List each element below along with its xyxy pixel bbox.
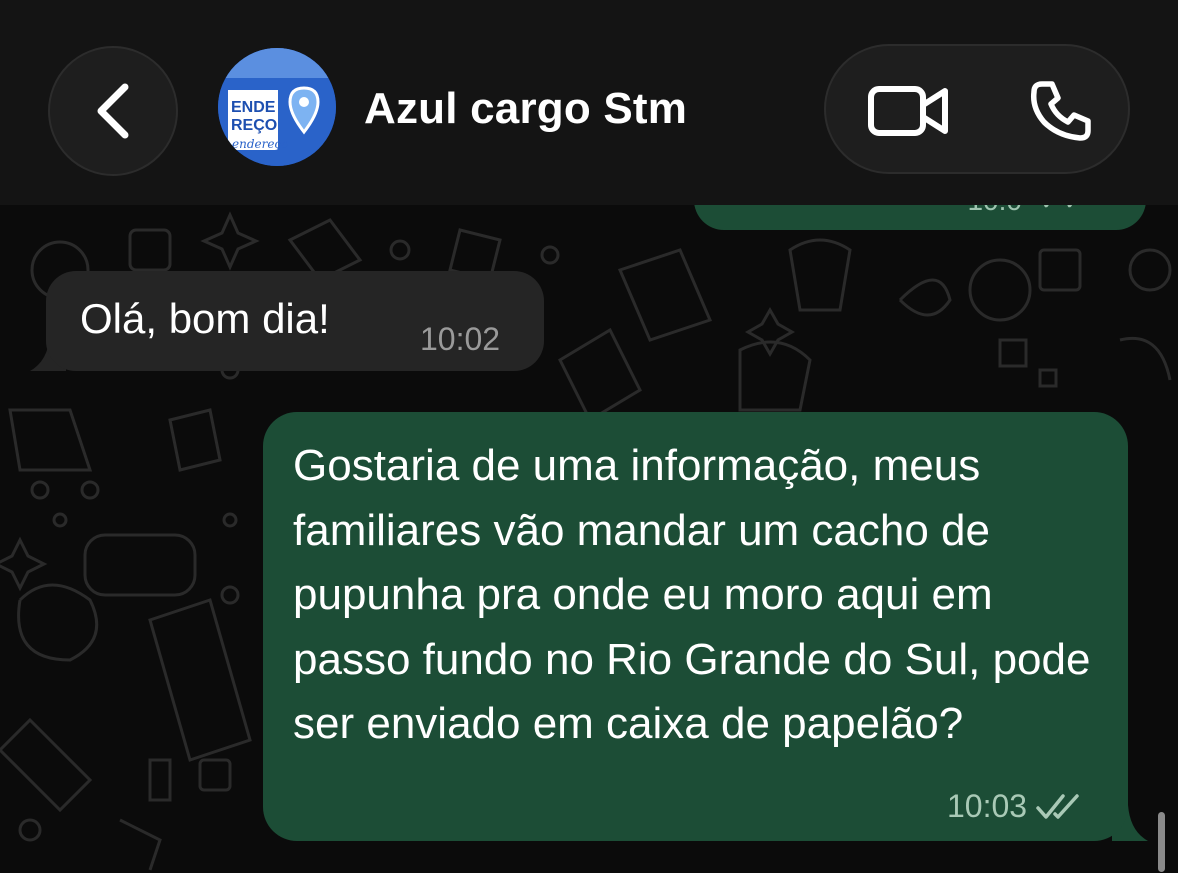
contact-avatar[interactable]: ENDE REÇO endereço [218,48,336,166]
phone-icon [1030,81,1091,141]
double-check-icon [1036,793,1079,819]
video-camera-icon [868,86,948,136]
message-bubble-outgoing[interactable]: Gostaria de uma informação, meus familia… [263,412,1128,841]
svg-text:ENDE: ENDE [231,99,276,116]
back-button[interactable] [48,46,178,176]
svg-text:REÇO: REÇO [231,117,277,134]
avatar-image: ENDE REÇO endereço [218,48,336,166]
contact-name[interactable]: Azul cargo Stm [364,84,687,134]
message-time: 10:02 [420,321,501,357]
message-text: Olá, bom dia! [80,295,330,342]
scrollbar[interactable] [1158,812,1165,872]
call-actions [824,44,1130,174]
video-call-button[interactable] [864,66,954,156]
chat-header: ENDE REÇO endereço Azul cargo Stm [0,0,1178,205]
message-text: Gostaria de uma informação, meus familia… [293,441,1091,748]
message-bubble-incoming[interactable]: Olá, bom dia! 10:02 [46,271,544,371]
message-meta: 10:03 [947,788,1087,825]
svg-text:endereço: endereço [232,137,288,151]
chevron-left-icon [97,83,129,139]
message-time: 10:03 [947,788,1028,824]
voice-call-button[interactable] [1016,66,1106,156]
